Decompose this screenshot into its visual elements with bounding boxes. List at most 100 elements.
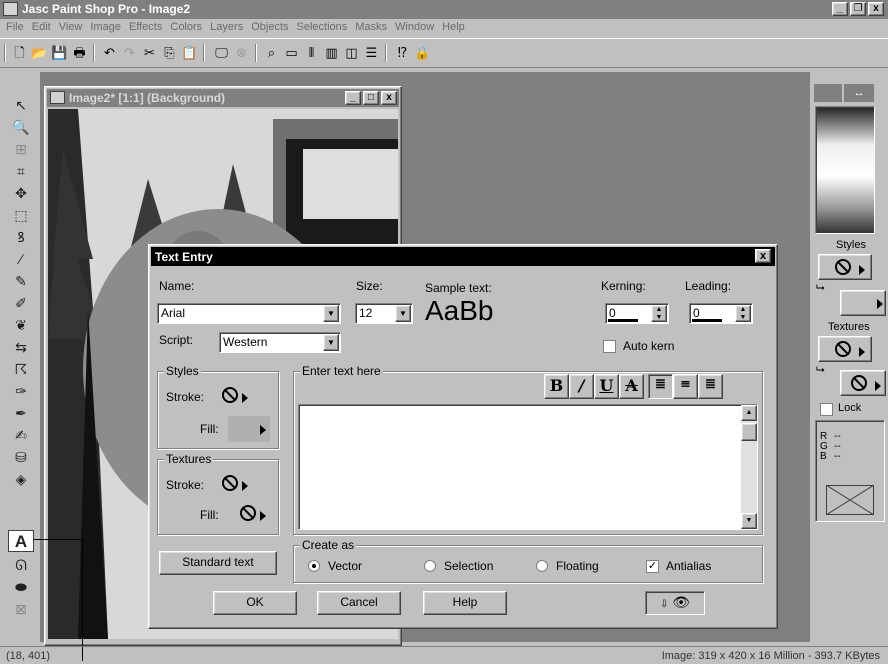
font-size-dropdown[interactable]: 12 ▼: [355, 303, 413, 324]
lock-checkbox[interactable]: [820, 403, 833, 416]
italic-button[interactable]: /: [569, 374, 594, 399]
texture-fill-button[interactable]: [238, 502, 278, 528]
scratch-remover-icon[interactable]: ☈: [8, 358, 34, 380]
zoom-tool-icon[interactable]: 🔍: [8, 116, 34, 138]
fill-texture-swatch[interactable]: [840, 370, 886, 396]
menu-window[interactable]: Window: [391, 19, 438, 35]
zoom-icon[interactable]: ⌕: [262, 43, 281, 63]
mover-tool-icon[interactable]: ✥: [8, 182, 34, 204]
toggle-palette-icon[interactable]: ⦀: [302, 43, 321, 63]
flood-fill-icon[interactable]: ⛁: [8, 446, 34, 468]
selection-radio[interactable]: [424, 560, 436, 572]
swap-textures-icon[interactable]: ⮡: [816, 364, 830, 378]
align-center-icon[interactable]: ≡: [673, 374, 698, 399]
print-icon[interactable]: 🖶: [70, 43, 89, 63]
spin-updown-icon[interactable]: ▲ ▼: [651, 305, 667, 322]
undo-icon[interactable]: ↶: [100, 43, 119, 63]
deformation-tool-icon[interactable]: ⊞: [8, 138, 34, 160]
controls-icon[interactable]: ☰: [362, 43, 381, 63]
crop-tool-icon[interactable]: ⌗: [8, 160, 34, 182]
image-window-title-bar[interactable]: Image2* [1:1] (Background) _ □ x: [47, 89, 399, 107]
image-close-button[interactable]: x: [381, 91, 397, 105]
menu-selections[interactable]: Selections: [293, 19, 352, 35]
menu-edit[interactable]: Edit: [28, 19, 55, 35]
fill-style-swatch[interactable]: [840, 290, 886, 316]
new-icon[interactable]: 🗋: [10, 43, 29, 63]
redo-icon[interactable]: ↷: [120, 43, 139, 63]
ok-button[interactable]: OK: [213, 591, 297, 615]
align-left-icon[interactable]: ≣: [648, 374, 673, 399]
leading-spinner[interactable]: 0 ▲ ▼: [689, 303, 753, 324]
kerning-slider[interactable]: [608, 319, 638, 322]
dropper-tool-icon[interactable]: ∕: [8, 248, 34, 270]
minimize-button[interactable]: _: [832, 2, 848, 16]
stroke-style-button[interactable]: [220, 384, 260, 410]
chevron-down-icon[interactable]: ▼: [395, 305, 411, 322]
object-selector-icon[interactable]: ⊠: [8, 598, 34, 620]
align-right-icon[interactable]: ≣: [698, 374, 723, 399]
swap-styles-icon[interactable]: ⮡: [816, 282, 830, 296]
font-name-dropdown[interactable]: Arial ▼: [157, 303, 341, 324]
menu-help[interactable]: Help: [438, 19, 469, 35]
clone-tool-icon[interactable]: ✐: [8, 292, 34, 314]
save-icon[interactable]: 💾: [50, 43, 69, 63]
paintbrush-tool-icon[interactable]: ✎: [8, 270, 34, 292]
menu-file[interactable]: File: [0, 19, 28, 35]
shape-tool-icon[interactable]: ⬬: [8, 576, 34, 598]
stroke-style-swatch[interactable]: [818, 254, 872, 280]
preset-shapes-icon[interactable]: ◈: [8, 468, 34, 490]
script-dropdown[interactable]: Western ▼: [219, 332, 341, 353]
paste-icon[interactable]: 📋: [180, 43, 199, 63]
vector-radio[interactable]: [308, 560, 320, 572]
retouch-tool-icon[interactable]: ⇆: [8, 336, 34, 358]
chevron-down-icon[interactable]: ▼: [323, 305, 339, 322]
dialog-title-bar[interactable]: Text Entry x: [151, 247, 775, 266]
restore-button[interactable]: ❐: [850, 2, 866, 16]
image-maximize-button[interactable]: □: [363, 91, 379, 105]
stroke-texture-swatch[interactable]: [818, 336, 872, 362]
leading-slider[interactable]: [692, 319, 722, 322]
histogram-icon[interactable]: ▥: [322, 43, 341, 63]
airbrush-icon[interactable]: ✍: [8, 424, 34, 446]
cut-icon[interactable]: ✂: [140, 43, 159, 63]
menu-layers[interactable]: Layers: [206, 19, 247, 35]
fill-style-button[interactable]: [228, 416, 270, 442]
text-scrollbar[interactable]: ▲ ▼: [741, 405, 757, 529]
floating-radio[interactable]: [536, 560, 548, 572]
standard-text-button[interactable]: Standard text: [159, 551, 277, 575]
kerning-spinner[interactable]: 0 ▲ ▼: [605, 303, 669, 324]
overview-icon[interactable]: ◫: [342, 43, 361, 63]
close-button[interactable]: x: [868, 2, 884, 16]
strikeout-button[interactable]: A: [619, 374, 644, 399]
picture-tube-icon[interactable]: ✒: [8, 402, 34, 424]
spin-updown-icon[interactable]: ▲ ▼: [735, 305, 751, 322]
bold-button[interactable]: B: [544, 374, 569, 399]
arrow-tool-icon[interactable]: ↖: [8, 94, 34, 116]
twain-icon[interactable]: 🔒: [413, 43, 432, 63]
swap-colors-icon[interactable]: ↔: [844, 84, 874, 102]
open-icon[interactable]: 📂: [30, 43, 49, 63]
freehand-tool-icon[interactable]: ꝸ: [8, 226, 34, 248]
foreground-swatch[interactable]: [814, 84, 842, 102]
toggle-toolbar-icon[interactable]: ▭: [282, 43, 301, 63]
antialias-checkbox[interactable]: ✓: [646, 560, 659, 573]
auto-kern-checkbox[interactable]: [603, 340, 616, 353]
scroll-down-icon[interactable]: ▼: [741, 513, 757, 529]
scroll-up-icon[interactable]: ▲: [741, 405, 757, 421]
eraser-tool-icon[interactable]: ✑: [8, 380, 34, 402]
help-icon[interactable]: ⁉: [393, 43, 412, 63]
image-minimize-button[interactable]: _: [345, 91, 361, 105]
dialog-close-button[interactable]: x: [755, 249, 771, 263]
draw-tool-icon[interactable]: ᘏ: [8, 554, 34, 576]
menu-image[interactable]: Image: [86, 19, 125, 35]
underline-button[interactable]: U: [594, 374, 619, 399]
browse-icon[interactable]: 🖵: [212, 43, 231, 63]
menu-effects[interactable]: Effects: [125, 19, 166, 35]
color-picker[interactable]: [815, 106, 875, 234]
texture-stroke-button[interactable]: [220, 472, 260, 498]
menu-objects[interactable]: Objects: [247, 19, 292, 35]
color-replacer-icon[interactable]: ❦: [8, 314, 34, 336]
text-input-area[interactable]: ▲ ▼: [298, 404, 758, 530]
preview-toggle-button[interactable]: ⇩ 👁: [645, 591, 705, 615]
chevron-down-icon[interactable]: ▼: [323, 334, 339, 351]
